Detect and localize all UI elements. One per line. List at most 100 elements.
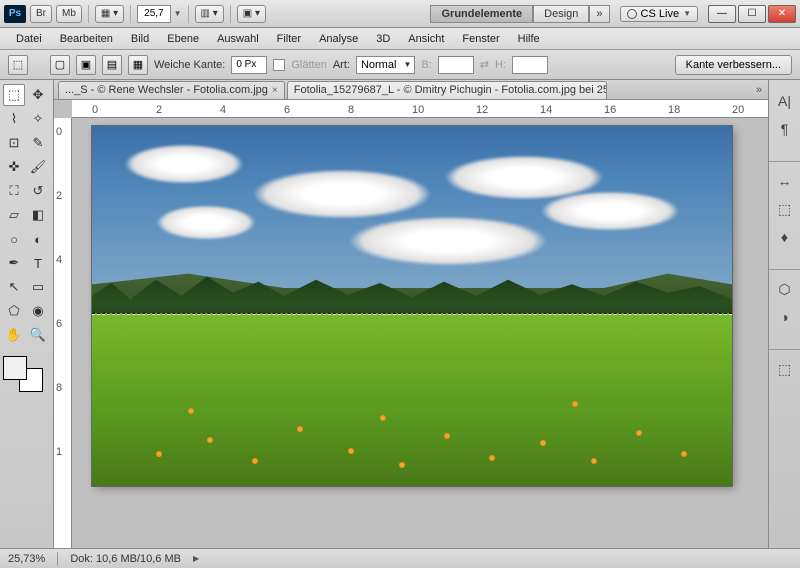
tool-marquee[interactable]: ⬚ — [3, 84, 25, 106]
tool-gradient[interactable]: ◧ — [27, 204, 49, 226]
tool-move[interactable]: ✥ — [27, 84, 49, 106]
close-button[interactable]: ✕ — [768, 5, 796, 23]
tool-pen[interactable]: ✒ — [3, 252, 25, 274]
view-extras-button[interactable]: ▦ ▾ — [95, 5, 124, 23]
fg-color[interactable] — [3, 356, 27, 380]
screen-mode-button[interactable]: ▣ ▾ — [237, 5, 266, 23]
antialias-checkbox — [273, 59, 285, 71]
ruler-tick: 2 — [56, 190, 62, 202]
tool-wand[interactable]: ✧ — [27, 108, 49, 130]
menu-fenster[interactable]: Fenster — [454, 31, 507, 47]
menu-bearbeiten[interactable]: Bearbeiten — [52, 31, 121, 47]
workspace-essentials[interactable]: Grundelemente — [430, 5, 533, 23]
tool-hand[interactable]: ✋ — [3, 324, 25, 346]
document-tabs: ..._S - © Rene Wechsler - Fotolia.com.jp… — [54, 80, 768, 100]
minimize-button[interactable]: — — [708, 5, 736, 23]
tool-lasso[interactable]: ⌇ — [3, 108, 25, 130]
tab-close-icon[interactable]: × — [272, 85, 278, 96]
tool-text[interactable]: T — [27, 252, 49, 274]
app-logo: Ps — [4, 5, 26, 23]
tool-patch[interactable]: ✜ — [3, 156, 25, 178]
tab-label: Fotolia_15279687_L - © Dmitry Pichugin -… — [294, 84, 607, 96]
panel-swatches-icon[interactable]: ♦ — [772, 224, 798, 250]
menu-analyse[interactable]: Analyse — [311, 31, 366, 47]
panel-dock: A| ¶ ↔ ⬚ ♦ ⬡ ◑ ⬚ — [768, 80, 800, 548]
menu-3d[interactable]: 3D — [368, 31, 398, 47]
ruler-tick: 8 — [348, 104, 354, 116]
zoom-level[interactable]: 25,7 — [137, 5, 170, 23]
canvas[interactable] — [92, 126, 732, 486]
arrange-button[interactable]: ▥ ▾ — [195, 5, 224, 23]
status-zoom[interactable]: 25,73% — [8, 553, 45, 565]
title-bar: Ps Br Mb ▦ ▾ 25,7 ▼ ▥ ▾ ▣ ▾ Grundelement… — [0, 0, 800, 28]
menu-datei[interactable]: Datei — [8, 31, 50, 47]
tab-doc-2[interactable]: Fotolia_15279687_L - © Dmitry Pichugin -… — [287, 81, 607, 99]
menu-auswahl[interactable]: Auswahl — [209, 31, 267, 47]
menu-filter[interactable]: Filter — [269, 31, 309, 47]
panel-styles-icon[interactable]: ⬡ — [772, 276, 798, 302]
tool-eraser[interactable]: ▱ — [3, 204, 25, 226]
menu-ebene[interactable]: Ebene — [159, 31, 207, 47]
tool-stamp[interactable]: ⛶ — [3, 180, 25, 202]
workspace-design[interactable]: Design — [533, 5, 589, 23]
minibridge-button[interactable]: Mb — [56, 5, 82, 23]
ruler-tick: 0 — [92, 104, 98, 116]
ruler-tick: 0 — [56, 126, 62, 138]
cslive-label: CS Live — [641, 8, 680, 20]
panel-histogram-icon[interactable]: ⬚ — [772, 196, 798, 222]
workspace-more[interactable]: » — [589, 5, 609, 23]
menu-hilfe[interactable]: Hilfe — [510, 31, 548, 47]
ruler-tick: 8 — [56, 382, 62, 394]
height-input — [512, 56, 548, 74]
cslive-button[interactable]: CS Live ▼ — [620, 6, 698, 22]
sel-subtract-button[interactable]: ▤ — [102, 55, 122, 75]
bridge-button[interactable]: Br — [30, 5, 52, 23]
maximize-button[interactable]: ☐ — [738, 5, 766, 23]
toolbox: ⬚✥ ⌇✧ ⊡✎ ✜🖌 ⛶↺ ▱◧ ○◐ ✒T ↖▭ ⬠◉ ✋🔍 — [0, 80, 54, 548]
tool-history[interactable]: ↺ — [27, 180, 49, 202]
tool-crop[interactable]: ⊡ — [3, 132, 25, 154]
tool-dodge[interactable]: ◐ — [27, 228, 49, 250]
options-bar: ⬚ ▢ ▣ ▤ ▦ Weiche Kante: Glätten Art: Nor… — [0, 50, 800, 80]
status-doc-size[interactable]: Dok: 10,6 MB/10,6 MB — [70, 553, 181, 565]
ruler-tick: 10 — [412, 104, 424, 116]
tool-zoom[interactable]: 🔍 — [27, 324, 49, 346]
ruler-tick: 20 — [732, 104, 744, 116]
tool-3dcam[interactable]: ◉ — [27, 300, 49, 322]
style-select[interactable]: Normal — [356, 56, 415, 74]
tool-brush[interactable]: 🖌 — [27, 156, 49, 178]
panel-adjustments-icon[interactable]: ◑ — [772, 304, 798, 330]
panel-layers-icon[interactable]: ⬚ — [772, 356, 798, 382]
zoom-dropdown-icon[interactable]: ▼ — [174, 9, 182, 18]
cslive-icon — [627, 9, 637, 19]
tool-3d[interactable]: ⬠ — [3, 300, 25, 322]
sel-add-button[interactable]: ▣ — [76, 55, 96, 75]
feather-input[interactable] — [231, 56, 267, 74]
menu-bar: Datei Bearbeiten Bild Ebene Auswahl Filt… — [0, 28, 800, 50]
sel-new-button[interactable]: ▢ — [50, 55, 70, 75]
tool-blur[interactable]: ○ — [3, 228, 25, 250]
tool-path[interactable]: ↖ — [3, 276, 25, 298]
panel-paragraph-icon[interactable]: ¶ — [772, 116, 798, 142]
panel-character-icon[interactable]: A| — [772, 88, 798, 114]
tool-shape[interactable]: ▭ — [27, 276, 49, 298]
tool-eyedrop[interactable]: ✎ — [27, 132, 49, 154]
color-swatch[interactable] — [3, 356, 43, 392]
ruler-tick: 12 — [476, 104, 488, 116]
style-value: Normal — [361, 59, 396, 71]
document-area: ..._S - © Rene Wechsler - Fotolia.com.jp… — [54, 80, 768, 548]
panel-navigator-icon[interactable]: ↔ — [772, 168, 798, 194]
tab-doc-1[interactable]: ..._S - © Rene Wechsler - Fotolia.com.jp… — [58, 81, 285, 99]
status-bar: 25,73% Dok: 10,6 MB/10,6 MB ▶ — [0, 548, 800, 568]
ruler-tick: 2 — [156, 104, 162, 116]
antialias-label: Glätten — [291, 59, 326, 71]
tabs-overflow[interactable]: » — [750, 84, 768, 96]
tab-label: ..._S - © Rene Wechsler - Fotolia.com.jp… — [65, 84, 268, 96]
ruler-vertical: 0 2 4 6 8 1 — [54, 118, 72, 548]
menu-bild[interactable]: Bild — [123, 31, 157, 47]
menu-ansicht[interactable]: Ansicht — [400, 31, 452, 47]
refine-edge-button[interactable]: Kante verbessern... — [675, 55, 792, 75]
status-menu-icon[interactable]: ▶ — [193, 554, 199, 563]
tool-preset-button[interactable]: ⬚ — [8, 55, 28, 75]
sel-intersect-button[interactable]: ▦ — [128, 55, 148, 75]
